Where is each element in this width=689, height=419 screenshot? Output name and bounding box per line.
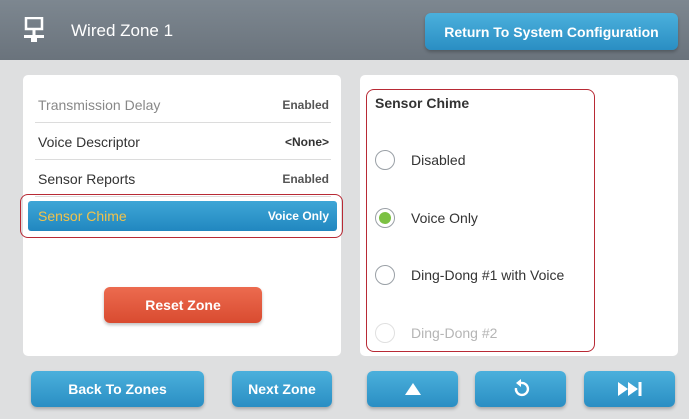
chime-options-highlight: [366, 89, 595, 352]
setting-value: <None>: [284, 134, 329, 149]
setting-row-voice-descriptor[interactable]: Voice Descriptor <None>: [35, 124, 331, 160]
up-arrow-icon: [404, 383, 421, 395]
wired-network-icon: [24, 17, 44, 42]
setting-row-sensor-reports[interactable]: Sensor Reports Enabled: [35, 161, 331, 197]
setting-value: Enabled: [282, 171, 329, 186]
setting-label: Voice Descriptor: [38, 133, 140, 150]
page-title: Wired Zone 1: [71, 21, 174, 40]
back-to-zones-button[interactable]: Back To Zones: [31, 371, 204, 407]
scroll-up-button[interactable]: [367, 371, 458, 407]
undo-button[interactable]: [475, 371, 566, 407]
return-to-system-configuration-button[interactable]: Return To System Configuration: [425, 13, 678, 50]
undo-icon: [514, 379, 529, 397]
reset-zone-button[interactable]: Reset Zone: [104, 287, 262, 323]
fast-forward-icon: [617, 382, 641, 396]
selected-row-highlight: [20, 194, 343, 238]
setting-label: Transmission Delay: [38, 96, 161, 113]
setting-row-transmission-delay[interactable]: Transmission Delay Enabled: [35, 87, 331, 123]
setting-label: Sensor Reports: [38, 170, 136, 187]
next-zone-button[interactable]: Next Zone: [232, 371, 332, 407]
header-bar: Wired Zone 1 Return To System Configurat…: [0, 0, 689, 60]
setting-value: Enabled: [282, 97, 329, 112]
fast-forward-button[interactable]: [584, 371, 675, 407]
